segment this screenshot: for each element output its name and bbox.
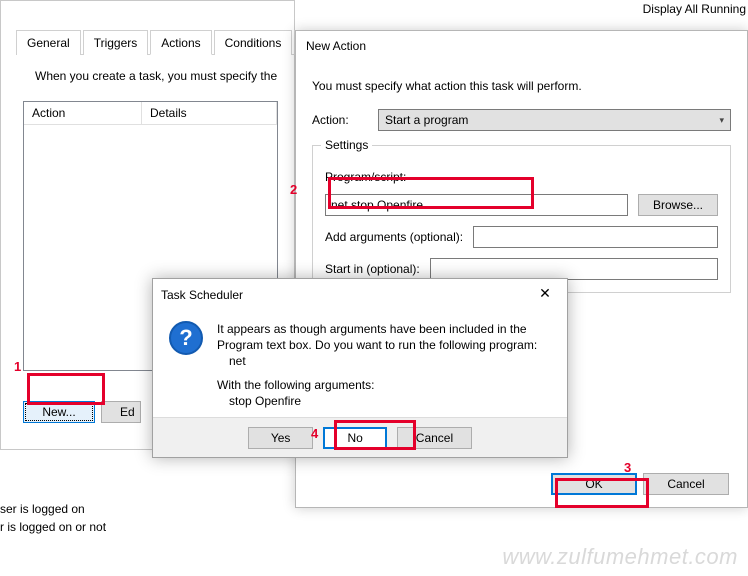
tab-actions[interactable]: Actions	[150, 30, 211, 55]
msg-line3: With the following arguments:	[217, 377, 537, 393]
startin-label: Start in (optional):	[325, 262, 420, 276]
right-pane-line1: Display All Running	[643, 2, 746, 16]
messagebox: Task Scheduler ✕ ? It appears as though …	[152, 278, 568, 458]
watermark: www.zulfumehmet.com	[502, 544, 738, 570]
program-input[interactable]	[325, 194, 628, 216]
ok-button[interactable]: OK	[551, 473, 637, 495]
program-label: Program/script:	[325, 170, 718, 184]
chevron-down-icon: ▾	[719, 115, 724, 126]
annotation-num-4: 4	[311, 426, 318, 441]
settings-fieldset: Settings Program/script: Browse... Add a…	[312, 145, 731, 293]
messagebox-footer: Yes No Cancel	[153, 417, 567, 457]
messagebox-title: Task Scheduler	[161, 288, 243, 302]
tab-conditions[interactable]: Conditions	[214, 30, 293, 55]
col-details[interactable]: Details	[142, 102, 277, 125]
annotation-num-3: 3	[624, 460, 631, 475]
background-security-text: ser is logged on r is logged on or not	[0, 500, 106, 536]
startin-input[interactable]	[430, 258, 718, 280]
browse-button[interactable]: Browse...	[638, 194, 718, 216]
arguments-input[interactable]	[473, 226, 718, 248]
new-action-footer: OK Cancel	[551, 473, 729, 495]
msg-line2: Program text box. Do you want to run the…	[217, 337, 537, 353]
action-select[interactable]: Start a program ▾	[378, 109, 731, 131]
arguments-label: Add arguments (optional):	[325, 230, 463, 244]
actions-table-header: Action Details	[24, 102, 277, 125]
close-icon[interactable]: ✕	[531, 285, 559, 305]
annotation-num-1: 1	[14, 359, 21, 374]
col-action[interactable]: Action	[24, 102, 142, 125]
yes-button[interactable]: Yes	[248, 427, 314, 449]
annotation-num-2: 2	[290, 182, 297, 197]
right-pane: Display All Running	[643, 2, 746, 16]
tab-triggers[interactable]: Triggers	[83, 30, 149, 55]
messagebox-text: It appears as though arguments have been…	[217, 321, 537, 409]
no-button[interactable]: No	[323, 427, 386, 449]
msg-line1: It appears as though arguments have been…	[217, 321, 537, 337]
tab-general[interactable]: General	[16, 30, 81, 55]
msg-cancel-button[interactable]: Cancel	[397, 427, 472, 449]
msg-args: stop Openfire	[229, 393, 537, 409]
new-button[interactable]: New...	[23, 401, 95, 423]
tab-strip: General Triggers Actions Conditions Sett…	[16, 29, 294, 55]
new-action-desc: You must specify what action this task w…	[312, 79, 731, 93]
actions-buttons: New... Ed	[23, 401, 141, 423]
bg-line1: ser is logged on	[0, 500, 106, 518]
edit-button[interactable]: Ed	[101, 401, 141, 423]
msg-program: net	[229, 353, 537, 369]
cancel-button[interactable]: Cancel	[643, 473, 729, 495]
settings-legend: Settings	[321, 138, 372, 152]
actions-tab-description: When you create a task, you must specify…	[35, 69, 278, 83]
new-action-title: New Action	[296, 31, 747, 71]
action-label: Action:	[312, 113, 368, 127]
bg-line2: r is logged on or not	[0, 518, 106, 536]
action-select-value: Start a program	[385, 113, 468, 127]
question-icon: ?	[169, 321, 203, 355]
